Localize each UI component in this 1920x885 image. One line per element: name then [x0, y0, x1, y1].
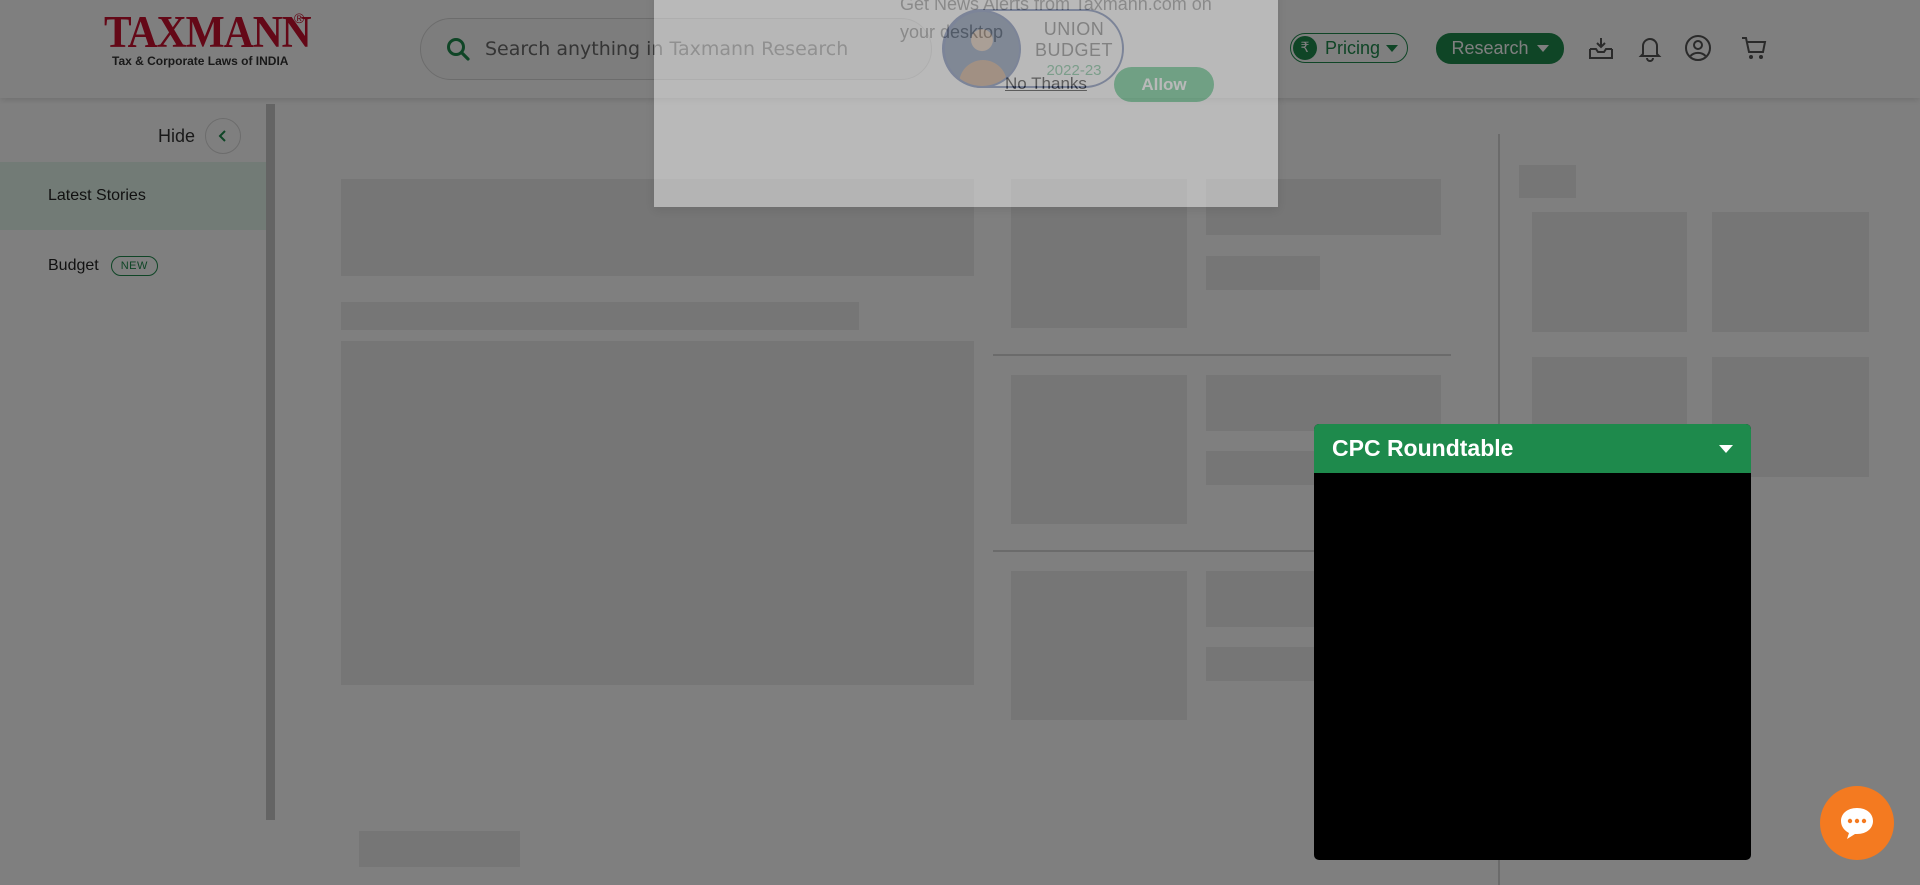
allow-button[interactable]: Allow [1114, 67, 1214, 102]
no-thanks-button[interactable]: No Thanks [1005, 74, 1087, 94]
video-widget-header[interactable]: CPC Roundtable [1314, 424, 1751, 473]
chevron-down-icon[interactable] [1719, 444, 1733, 453]
notification-text: Get News Alerts from Taxmann.com on your… [900, 0, 1212, 42]
notification-prompt: Get News Alerts from Taxmann.com on your… [654, 0, 1278, 207]
chat-button[interactable] [1820, 786, 1894, 860]
video-widget[interactable]: CPC Roundtable [1314, 424, 1751, 860]
video-widget-title: CPC Roundtable [1332, 435, 1514, 461]
chat-bubble-icon [1841, 808, 1873, 839]
